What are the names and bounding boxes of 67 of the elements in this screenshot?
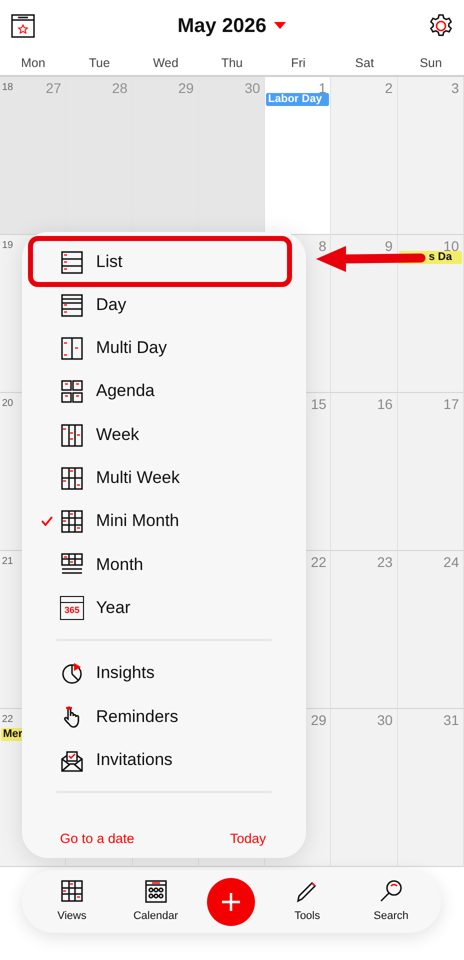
week-view-icon <box>60 422 84 447</box>
mini-month-icon <box>60 509 84 534</box>
date-number: 9 <box>384 237 393 256</box>
menu-item[interactable]: Insights <box>28 651 292 695</box>
date-number: 8 <box>318 237 326 256</box>
menu-item[interactable]: Invitations <box>28 738 292 782</box>
menu-item[interactable]: 365 Year <box>28 586 292 630</box>
multi-day-icon <box>60 336 84 360</box>
day-view-icon <box>60 292 84 317</box>
month-title[interactable]: May 2026 <box>178 11 266 41</box>
caret-icon[interactable] <box>274 22 286 30</box>
weekday-label: Sat <box>354 55 375 72</box>
calendar-icon <box>144 878 168 904</box>
weekday-label: Wed <box>152 55 180 72</box>
date-number: 29 <box>178 79 194 98</box>
settings-icon[interactable] <box>428 13 454 39</box>
date-number: 23 <box>377 553 393 572</box>
menu-item[interactable]: Month <box>28 542 292 586</box>
weekday-label: Fri <box>290 55 307 72</box>
weekday-label: Tue <box>88 55 111 72</box>
date-number: 2 <box>384 79 393 98</box>
date-number: 31 <box>443 711 459 730</box>
menu-item[interactable]: Agenda <box>28 370 292 413</box>
day-cell[interactable]: 18 27 <box>0 77 66 235</box>
pie-chart-icon <box>60 661 84 686</box>
tab-item[interactable]: Views <box>40 878 104 925</box>
weekday-label: Mon <box>20 55 46 72</box>
date-number: 29 <box>310 711 326 730</box>
week-number: 18 <box>2 81 14 95</box>
date-number: 22 <box>310 553 326 572</box>
tab-item[interactable]: Tools <box>275 878 340 925</box>
date-number: 15 <box>310 395 326 414</box>
date-number: 1 <box>318 79 326 96</box>
week-number: 20 <box>2 397 14 411</box>
date-number: 17 <box>443 395 459 414</box>
date-number: 24 <box>443 553 459 572</box>
weekday-label: Thu <box>220 55 244 72</box>
menu-item[interactable]: Multi Day <box>28 326 292 370</box>
tab-item[interactable]: Search <box>359 878 424 925</box>
date-number: 3 <box>451 79 459 98</box>
date-number: 27 <box>46 79 62 98</box>
link-button[interactable]: Go to a date <box>60 829 134 850</box>
menu-item[interactable]: Multi Week <box>28 456 292 500</box>
link-button[interactable]: Today <box>230 829 266 850</box>
week-number: 22 <box>2 713 14 727</box>
date-number: 16 <box>377 395 393 414</box>
week-number: 21 <box>2 555 14 569</box>
week-number: 19 <box>2 239 14 253</box>
day-cell[interactable]: 1 Labor Day <box>265 77 332 235</box>
list-icon <box>60 250 84 274</box>
menu-item[interactable]: Mini Month <box>28 499 292 543</box>
year-calendar-icon: 365 <box>60 596 84 620</box>
plus-icon <box>221 892 242 912</box>
date-number: 30 <box>377 711 393 730</box>
menu-item[interactable]: List <box>28 236 292 287</box>
menu-item[interactable]: Reminders <box>28 694 292 738</box>
menu-item[interactable]: Week <box>28 412 292 456</box>
tab-item[interactable]: Calendar <box>124 878 188 925</box>
search-icon <box>379 878 404 904</box>
grid-icon <box>60 878 84 904</box>
date-number: 28 <box>112 79 128 98</box>
agenda-icon <box>60 379 84 404</box>
day-cell[interactable]: 10 s Da <box>398 235 464 393</box>
weekday-label: Sun <box>418 55 443 72</box>
month-view-icon <box>60 552 84 576</box>
multi-week-icon <box>60 466 84 490</box>
date-number: 30 <box>244 79 260 98</box>
